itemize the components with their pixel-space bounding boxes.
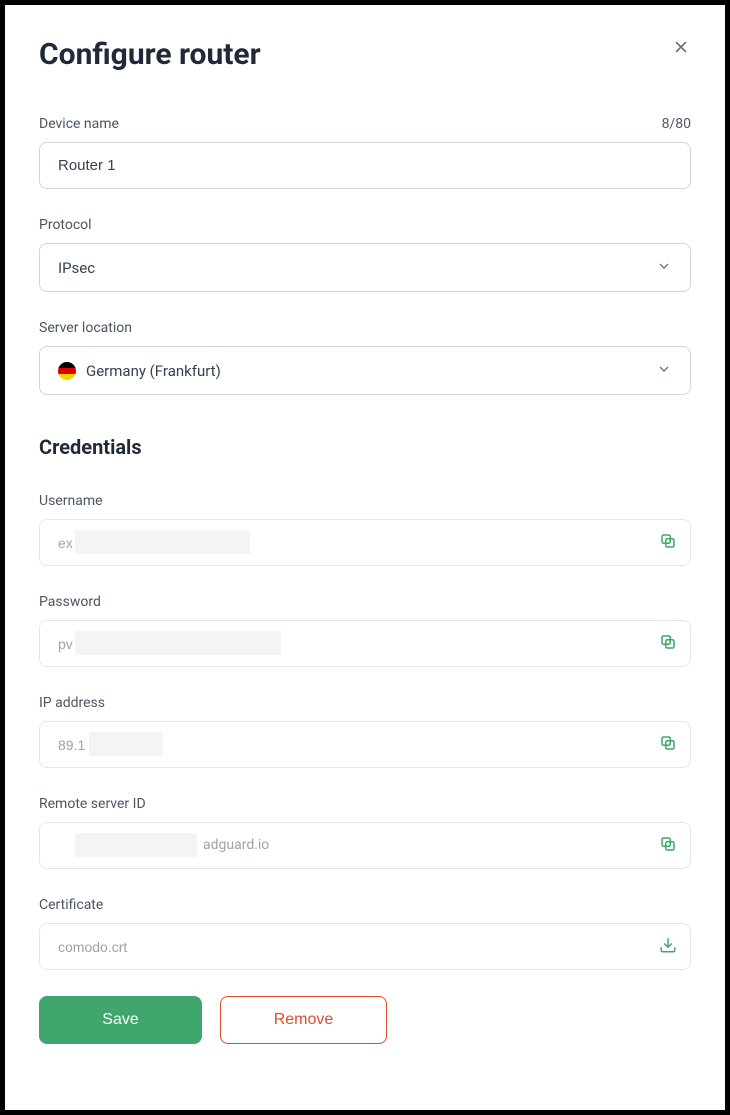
ip-address-label: IP address <box>39 695 105 711</box>
protocol-label: Protocol <box>39 217 92 233</box>
username-label: Username <box>39 493 103 509</box>
chevron-down-icon <box>656 361 672 381</box>
copy-icon[interactable] <box>659 835 677 857</box>
server-location-select[interactable]: Germany (Frankfurt) <box>39 346 691 395</box>
page-title: Configure router <box>39 37 691 72</box>
device-name-counter: 8/80 <box>662 116 691 132</box>
device-name-input[interactable] <box>39 142 691 189</box>
remove-button[interactable]: Remove <box>220 996 387 1044</box>
device-name-field: Device name 8/80 <box>39 116 691 189</box>
protocol-field: Protocol IPsec <box>39 217 691 292</box>
germany-flag-icon <box>58 362 76 380</box>
remote-server-id-suffix: adguard.io <box>203 837 269 853</box>
close-icon[interactable] <box>671 37 691 57</box>
server-location-field: Server location Germany (Frankfurt) <box>39 320 691 395</box>
remote-server-id-field: Remote server ID adguard.io <box>39 796 691 869</box>
button-row: Save Remove <box>39 996 691 1044</box>
certificate-label: Certificate <box>39 897 103 913</box>
copy-icon[interactable] <box>659 532 677 554</box>
username-field: Username <box>39 493 691 566</box>
chevron-down-icon <box>656 258 672 278</box>
device-name-label: Device name <box>39 116 119 132</box>
certificate-value <box>39 923 691 970</box>
server-location-value: Germany (Frankfurt) <box>86 362 221 380</box>
certificate-field: Certificate <box>39 897 691 970</box>
download-icon[interactable] <box>659 936 677 958</box>
copy-icon[interactable] <box>659 734 677 756</box>
password-field: Password <box>39 594 691 667</box>
password-label: Password <box>39 594 101 610</box>
remote-server-id-label: Remote server ID <box>39 796 146 812</box>
copy-icon[interactable] <box>659 633 677 655</box>
credentials-title: Credentials <box>39 435 691 459</box>
server-location-label: Server location <box>39 320 132 336</box>
ip-address-field: IP address <box>39 695 691 768</box>
protocol-select[interactable]: IPsec <box>39 243 691 292</box>
protocol-value: IPsec <box>58 259 95 277</box>
save-button[interactable]: Save <box>39 996 202 1044</box>
